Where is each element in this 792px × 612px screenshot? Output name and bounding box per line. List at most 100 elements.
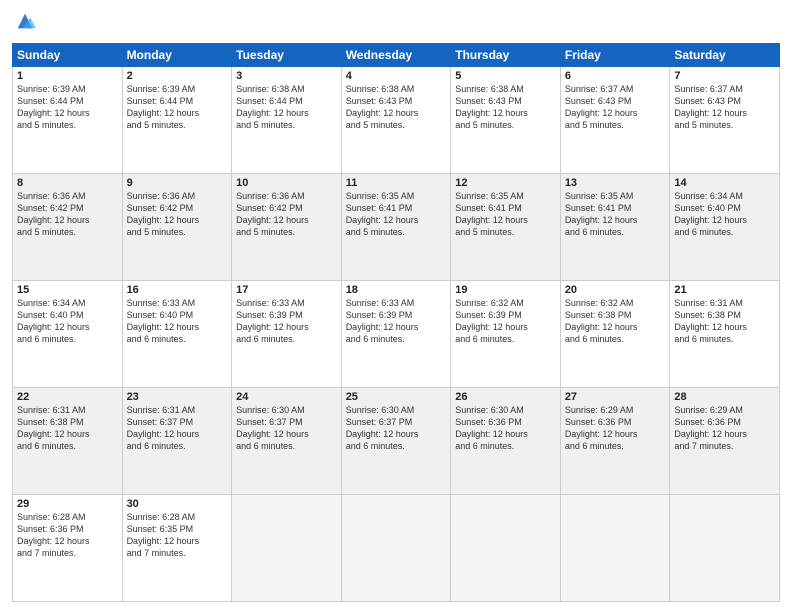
day-number: 2 [127, 70, 228, 82]
calendar-cell [560, 495, 670, 602]
calendar-cell: 9Sunrise: 6:36 AMSunset: 6:42 PMDaylight… [122, 174, 232, 281]
calendar-cell: 14Sunrise: 6:34 AMSunset: 6:40 PMDayligh… [670, 174, 780, 281]
calendar-cell: 16Sunrise: 6:33 AMSunset: 6:40 PMDayligh… [122, 281, 232, 388]
calendar-week-row: 1Sunrise: 6:39 AMSunset: 6:44 PMDaylight… [13, 67, 780, 174]
calendar-cell: 21Sunrise: 6:31 AMSunset: 6:38 PMDayligh… [670, 281, 780, 388]
calendar-cell: 28Sunrise: 6:29 AMSunset: 6:36 PMDayligh… [670, 388, 780, 495]
day-number: 20 [565, 284, 666, 296]
day-number: 29 [17, 498, 118, 510]
calendar-cell: 2Sunrise: 6:39 AMSunset: 6:44 PMDaylight… [122, 67, 232, 174]
cell-content: Sunrise: 6:28 AMSunset: 6:35 PMDaylight:… [127, 511, 228, 560]
day-number: 25 [346, 391, 447, 403]
calendar-cell: 30Sunrise: 6:28 AMSunset: 6:35 PMDayligh… [122, 495, 232, 602]
cell-content: Sunrise: 6:33 AMSunset: 6:39 PMDaylight:… [346, 297, 447, 346]
day-number: 19 [455, 284, 556, 296]
day-number: 3 [236, 70, 337, 82]
logo [12, 10, 36, 37]
day-number: 8 [17, 177, 118, 189]
calendar-cell: 18Sunrise: 6:33 AMSunset: 6:39 PMDayligh… [341, 281, 451, 388]
calendar-day-header: Wednesday [341, 44, 451, 67]
cell-content: Sunrise: 6:38 AMSunset: 6:44 PMDaylight:… [236, 83, 337, 132]
day-number: 24 [236, 391, 337, 403]
cell-content: Sunrise: 6:30 AMSunset: 6:36 PMDaylight:… [455, 404, 556, 453]
calendar-cell [232, 495, 342, 602]
calendar-cell: 13Sunrise: 6:35 AMSunset: 6:41 PMDayligh… [560, 174, 670, 281]
cell-content: Sunrise: 6:32 AMSunset: 6:38 PMDaylight:… [565, 297, 666, 346]
calendar-cell: 5Sunrise: 6:38 AMSunset: 6:43 PMDaylight… [451, 67, 561, 174]
cell-content: Sunrise: 6:28 AMSunset: 6:36 PMDaylight:… [17, 511, 118, 560]
calendar-cell: 10Sunrise: 6:36 AMSunset: 6:42 PMDayligh… [232, 174, 342, 281]
calendar-cell: 29Sunrise: 6:28 AMSunset: 6:36 PMDayligh… [13, 495, 123, 602]
logo-icon [14, 10, 36, 32]
day-number: 22 [17, 391, 118, 403]
calendar-cell [670, 495, 780, 602]
day-number: 10 [236, 177, 337, 189]
day-number: 1 [17, 70, 118, 82]
header [12, 10, 780, 37]
calendar-day-header: Tuesday [232, 44, 342, 67]
day-number: 14 [674, 177, 775, 189]
calendar-week-row: 15Sunrise: 6:34 AMSunset: 6:40 PMDayligh… [13, 281, 780, 388]
calendar-day-header: Monday [122, 44, 232, 67]
page: SundayMondayTuesdayWednesdayThursdayFrid… [0, 0, 792, 612]
cell-content: Sunrise: 6:34 AMSunset: 6:40 PMDaylight:… [674, 190, 775, 239]
cell-content: Sunrise: 6:35 AMSunset: 6:41 PMDaylight:… [455, 190, 556, 239]
day-number: 12 [455, 177, 556, 189]
calendar-cell: 20Sunrise: 6:32 AMSunset: 6:38 PMDayligh… [560, 281, 670, 388]
cell-content: Sunrise: 6:33 AMSunset: 6:40 PMDaylight:… [127, 297, 228, 346]
calendar-cell [341, 495, 451, 602]
day-number: 9 [127, 177, 228, 189]
calendar-cell: 17Sunrise: 6:33 AMSunset: 6:39 PMDayligh… [232, 281, 342, 388]
day-number: 7 [674, 70, 775, 82]
day-number: 26 [455, 391, 556, 403]
cell-content: Sunrise: 6:36 AMSunset: 6:42 PMDaylight:… [236, 190, 337, 239]
calendar-cell: 27Sunrise: 6:29 AMSunset: 6:36 PMDayligh… [560, 388, 670, 495]
cell-content: Sunrise: 6:38 AMSunset: 6:43 PMDaylight:… [346, 83, 447, 132]
cell-content: Sunrise: 6:36 AMSunset: 6:42 PMDaylight:… [17, 190, 118, 239]
cell-content: Sunrise: 6:39 AMSunset: 6:44 PMDaylight:… [17, 83, 118, 132]
calendar-day-header: Friday [560, 44, 670, 67]
cell-content: Sunrise: 6:35 AMSunset: 6:41 PMDaylight:… [565, 190, 666, 239]
calendar-cell [451, 495, 561, 602]
calendar-cell: 1Sunrise: 6:39 AMSunset: 6:44 PMDaylight… [13, 67, 123, 174]
day-number: 18 [346, 284, 447, 296]
calendar-cell: 25Sunrise: 6:30 AMSunset: 6:37 PMDayligh… [341, 388, 451, 495]
cell-content: Sunrise: 6:36 AMSunset: 6:42 PMDaylight:… [127, 190, 228, 239]
cell-content: Sunrise: 6:29 AMSunset: 6:36 PMDaylight:… [674, 404, 775, 453]
calendar-cell: 26Sunrise: 6:30 AMSunset: 6:36 PMDayligh… [451, 388, 561, 495]
cell-content: Sunrise: 6:31 AMSunset: 6:38 PMDaylight:… [674, 297, 775, 346]
calendar-cell: 19Sunrise: 6:32 AMSunset: 6:39 PMDayligh… [451, 281, 561, 388]
cell-content: Sunrise: 6:34 AMSunset: 6:40 PMDaylight:… [17, 297, 118, 346]
cell-content: Sunrise: 6:35 AMSunset: 6:41 PMDaylight:… [346, 190, 447, 239]
calendar-cell: 15Sunrise: 6:34 AMSunset: 6:40 PMDayligh… [13, 281, 123, 388]
cell-content: Sunrise: 6:32 AMSunset: 6:39 PMDaylight:… [455, 297, 556, 346]
calendar-day-header: Thursday [451, 44, 561, 67]
calendar-header-row: SundayMondayTuesdayWednesdayThursdayFrid… [13, 44, 780, 67]
calendar-cell: 3Sunrise: 6:38 AMSunset: 6:44 PMDaylight… [232, 67, 342, 174]
calendar-cell: 11Sunrise: 6:35 AMSunset: 6:41 PMDayligh… [341, 174, 451, 281]
calendar-cell: 24Sunrise: 6:30 AMSunset: 6:37 PMDayligh… [232, 388, 342, 495]
day-number: 15 [17, 284, 118, 296]
cell-content: Sunrise: 6:30 AMSunset: 6:37 PMDaylight:… [346, 404, 447, 453]
day-number: 16 [127, 284, 228, 296]
cell-content: Sunrise: 6:37 AMSunset: 6:43 PMDaylight:… [674, 83, 775, 132]
calendar-week-row: 22Sunrise: 6:31 AMSunset: 6:38 PMDayligh… [13, 388, 780, 495]
calendar-cell: 23Sunrise: 6:31 AMSunset: 6:37 PMDayligh… [122, 388, 232, 495]
day-number: 23 [127, 391, 228, 403]
cell-content: Sunrise: 6:30 AMSunset: 6:37 PMDaylight:… [236, 404, 337, 453]
cell-content: Sunrise: 6:33 AMSunset: 6:39 PMDaylight:… [236, 297, 337, 346]
cell-content: Sunrise: 6:31 AMSunset: 6:37 PMDaylight:… [127, 404, 228, 453]
day-number: 21 [674, 284, 775, 296]
cell-content: Sunrise: 6:31 AMSunset: 6:38 PMDaylight:… [17, 404, 118, 453]
day-number: 6 [565, 70, 666, 82]
calendar-cell: 22Sunrise: 6:31 AMSunset: 6:38 PMDayligh… [13, 388, 123, 495]
day-number: 13 [565, 177, 666, 189]
day-number: 11 [346, 177, 447, 189]
calendar-week-row: 29Sunrise: 6:28 AMSunset: 6:36 PMDayligh… [13, 495, 780, 602]
cell-content: Sunrise: 6:38 AMSunset: 6:43 PMDaylight:… [455, 83, 556, 132]
cell-content: Sunrise: 6:39 AMSunset: 6:44 PMDaylight:… [127, 83, 228, 132]
cell-content: Sunrise: 6:29 AMSunset: 6:36 PMDaylight:… [565, 404, 666, 453]
calendar-day-header: Saturday [670, 44, 780, 67]
calendar-cell: 7Sunrise: 6:37 AMSunset: 6:43 PMDaylight… [670, 67, 780, 174]
day-number: 5 [455, 70, 556, 82]
